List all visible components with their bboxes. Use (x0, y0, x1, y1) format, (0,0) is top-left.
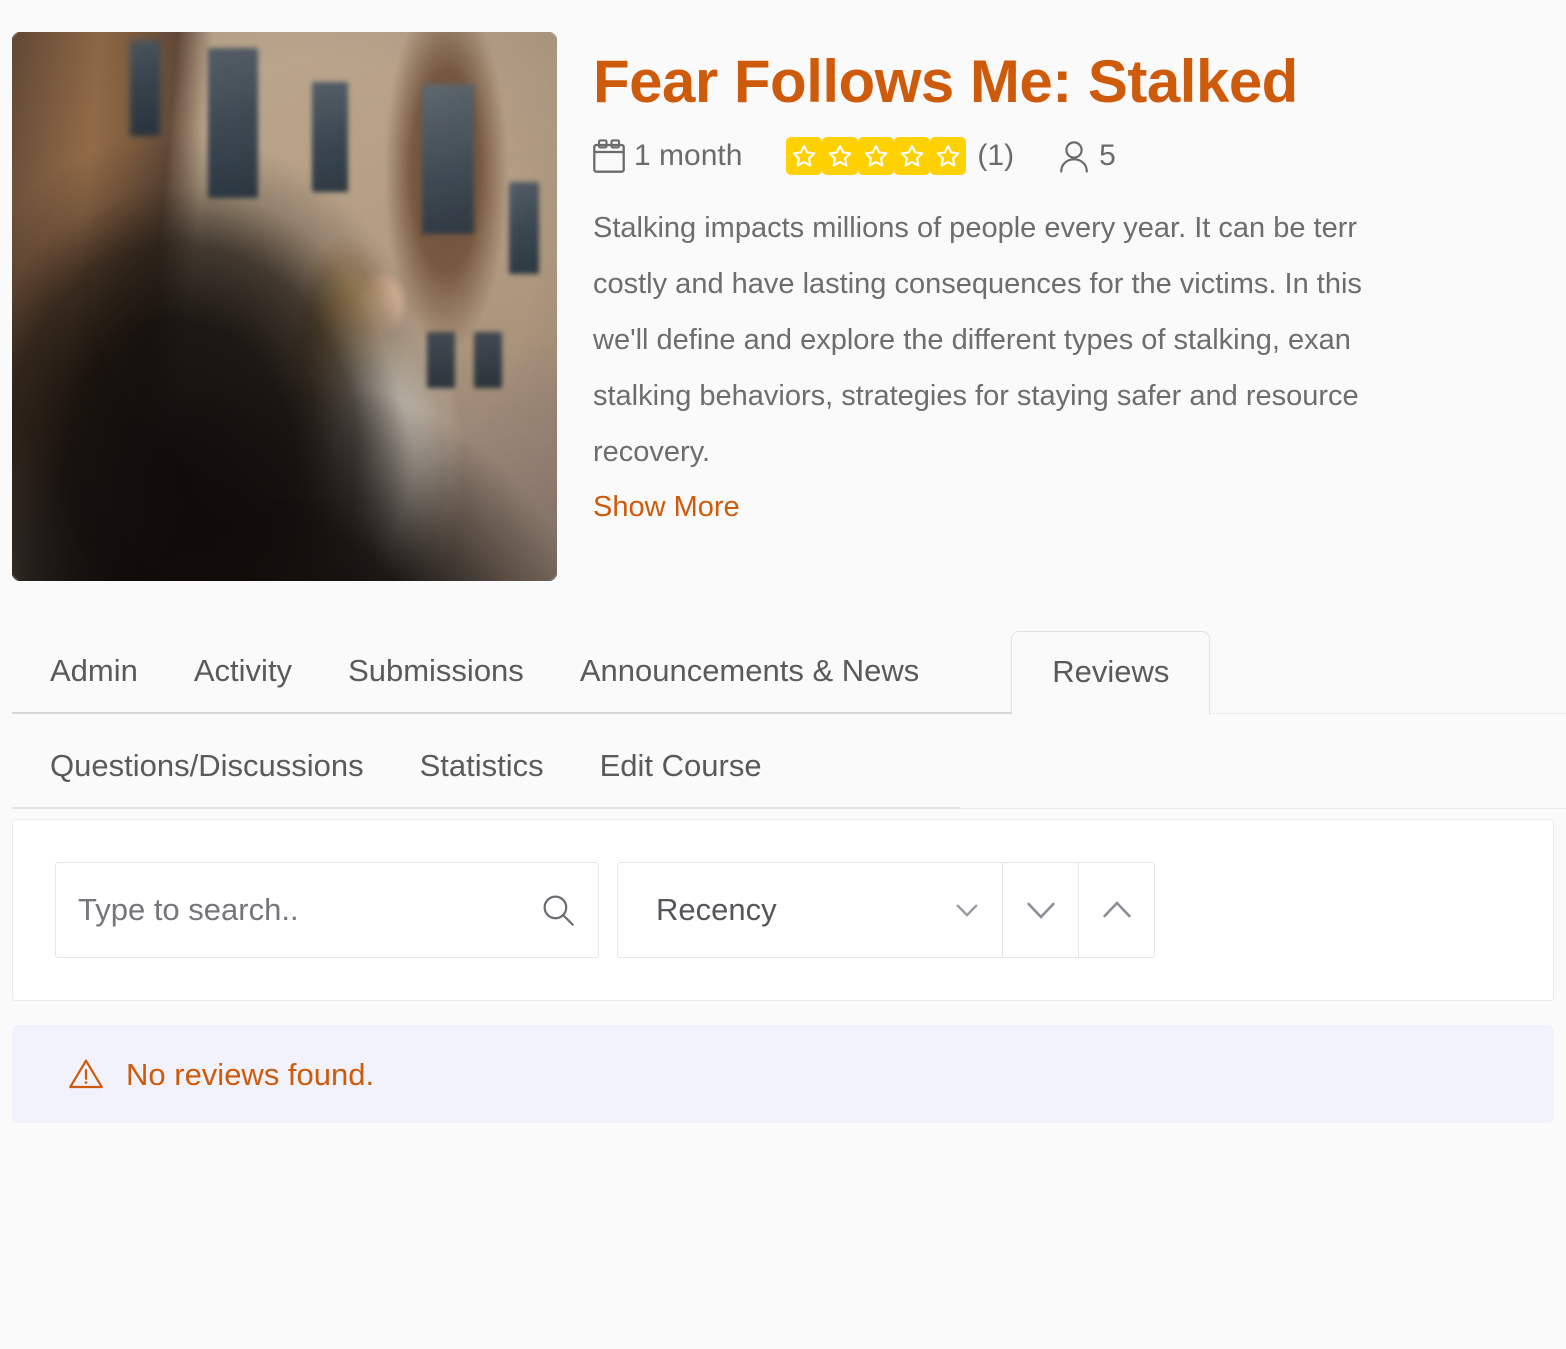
tab-announcements-news[interactable]: Announcements & News (580, 655, 919, 714)
person-icon (1060, 141, 1088, 173)
search-icon[interactable] (540, 892, 576, 928)
calendar-icon (593, 139, 625, 173)
photo-vignette (12, 32, 557, 581)
star-rating[interactable] (786, 137, 967, 175)
tab-reviews[interactable]: Reviews (1011, 631, 1211, 715)
course-thumbnail (12, 32, 557, 581)
star-icon[interactable] (786, 137, 823, 175)
course-header-text: Fear Follows Me: Stalked 1 month (1) 5 S… (557, 32, 1566, 524)
reviews-filter-panel: Recency (12, 819, 1554, 1001)
course-duration-label: 1 month (634, 139, 743, 172)
tab-statistics[interactable]: Statistics (420, 750, 544, 809)
sort-controls: Recency (617, 862, 1155, 958)
tab-submissions[interactable]: Submissions (348, 655, 524, 714)
tab-row-primary: Admin Activity Submissions Announcements… (12, 621, 1566, 715)
star-icon[interactable] (858, 137, 895, 175)
star-icon[interactable] (822, 137, 859, 175)
course-tabs: Admin Activity Submissions Announcements… (0, 621, 1566, 809)
enrolled-count-label: 5 (1099, 139, 1116, 172)
sort-select[interactable]: Recency (617, 862, 1003, 958)
no-reviews-alert: No reviews found. (12, 1025, 1554, 1123)
sort-select-label: Recency (656, 892, 777, 927)
course-description: Stalking impacts millions of people ever… (593, 201, 1566, 481)
tab-edit-course[interactable]: Edit Course (600, 750, 762, 809)
tab-activity[interactable]: Activity (194, 655, 292, 714)
star-icon[interactable] (930, 137, 967, 175)
sort-descending-button[interactable] (1003, 862, 1079, 958)
tab-questions-discussions[interactable]: Questions/Discussions (50, 750, 364, 809)
course-duration: 1 month (593, 139, 742, 173)
search-box[interactable] (55, 862, 599, 958)
chevron-up-icon (1102, 901, 1131, 918)
tab-row-divider (12, 807, 960, 809)
description-line: stalking behaviors, strategies for stayi… (593, 379, 1359, 412)
course-header: Fear Follows Me: Stalked 1 month (1) 5 S… (0, 0, 1566, 581)
page-title: Fear Follows Me: Stalked (593, 48, 1298, 115)
chevron-down-icon (1026, 902, 1055, 919)
description-line: costly and have lasting consequences for… (593, 267, 1362, 300)
star-icon[interactable] (894, 137, 931, 175)
course-meta-row: 1 month (1) 5 (593, 137, 1566, 175)
search-input[interactable] (76, 891, 540, 929)
alert-message: No reviews found. (126, 1056, 375, 1092)
course-enrollment: 5 (1058, 139, 1116, 173)
description-line: Stalking impacts millions of people ever… (593, 212, 1358, 244)
sort-ascending-button[interactable] (1079, 862, 1155, 958)
description-line: we'll define and explore the different t… (593, 323, 1351, 356)
chevron-down-icon (956, 904, 978, 917)
description-line: recovery. (593, 435, 711, 468)
rating-count: (1) (977, 139, 1015, 172)
tab-row-divider-light (960, 808, 1566, 809)
tab-admin[interactable]: Admin (50, 655, 138, 714)
tab-row-secondary: Questions/Discussions Statistics Edit Co… (12, 714, 1566, 809)
show-more-link[interactable]: Show More (593, 491, 740, 524)
warning-triangle-icon (69, 1059, 103, 1089)
course-rating[interactable]: (1) (786, 137, 1014, 175)
